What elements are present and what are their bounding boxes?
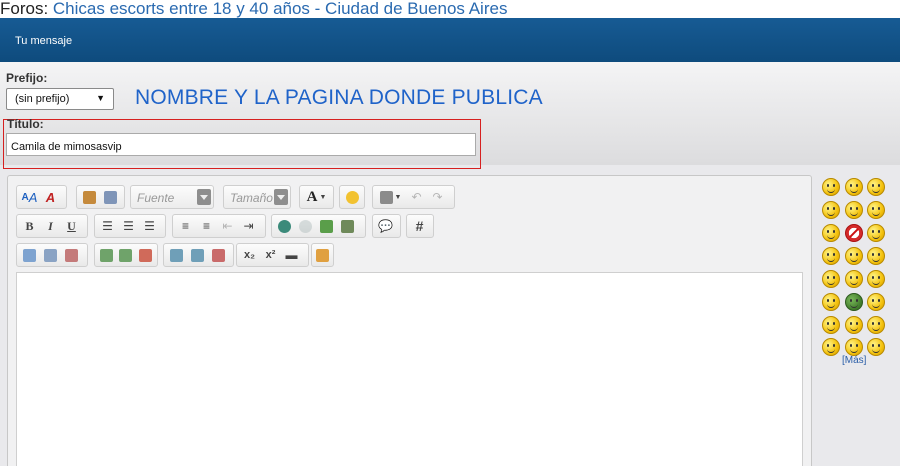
table-tools-group (16, 243, 88, 267)
video-icon[interactable] (337, 216, 358, 236)
hash-icon: # (415, 218, 424, 234)
chevron-down-icon (274, 189, 288, 205)
alignment-group: ☰ ☰ ☰ (94, 214, 166, 238)
chevron-down-icon: ▼ (96, 93, 105, 103)
indent-icon[interactable]: ⇥ (238, 216, 259, 236)
special-chars-button[interactable] (311, 243, 334, 267)
font-size-select[interactable]: Tamaño (223, 185, 291, 209)
font-color-button[interactable]: A ▼ (299, 185, 334, 209)
column-right-icon[interactable] (187, 245, 208, 265)
undo-icon[interactable]: ↶ (406, 187, 427, 207)
quote-button[interactable]: 💬 (372, 214, 401, 238)
font-size-placeholder: Tamaño (230, 191, 273, 205)
font-tools-group: AA A (16, 185, 67, 209)
redo-icon[interactable]: ↷ (427, 187, 448, 207)
align-left-icon[interactable]: ☰ (97, 216, 118, 236)
font-family-select[interactable]: Fuente (130, 185, 214, 209)
soldier-smiley-icon[interactable] (845, 293, 863, 311)
smiley-icon[interactable] (867, 247, 885, 265)
more-smilies-link[interactable]: [Más] (842, 355, 866, 366)
forum-header: Foros: Chicas escorts entre 18 y 40 años… (0, 0, 900, 18)
smiley-icon[interactable] (867, 178, 885, 196)
link-icon[interactable] (274, 216, 295, 236)
font-color-icon: A ▼ (306, 188, 327, 205)
smiley-button[interactable] (339, 185, 365, 209)
smiley-icon[interactable] (867, 270, 885, 288)
insert-tools-group: ▼ ↶ ↷ (372, 185, 455, 209)
superscript-button[interactable]: x² (260, 245, 281, 265)
smiley-icon[interactable] (822, 338, 840, 356)
column-tools-group (163, 243, 234, 267)
special-chars-icon (314, 245, 331, 265)
paste-word-icon[interactable] (100, 187, 121, 207)
table-props-icon[interactable] (40, 245, 61, 265)
row-below-icon[interactable] (116, 245, 135, 265)
bold-button[interactable]: B (19, 216, 40, 236)
smiley-icon[interactable] (822, 224, 840, 242)
smiley-icon[interactable] (845, 201, 863, 219)
thumb-icon[interactable] (845, 338, 863, 356)
paste-icon[interactable] (79, 187, 100, 207)
column-delete-icon[interactable] (208, 245, 229, 265)
smiley-icon[interactable] (845, 247, 863, 265)
prefix-label: Prefijo: (6, 71, 48, 85)
underline-button[interactable]: U (61, 216, 82, 236)
smiley-icon[interactable] (845, 270, 863, 288)
smiley-icon[interactable] (867, 338, 885, 356)
handshake-icon[interactable] (822, 316, 840, 334)
smiley-icon[interactable] (822, 201, 840, 219)
row-delete-icon[interactable] (136, 245, 155, 265)
font-family-placeholder: Fuente (137, 191, 175, 205)
smiley-icon[interactable] (822, 178, 840, 196)
script-tools-group: x₂ x² ▬ (236, 243, 309, 267)
attachment-icon[interactable]: ▼ (375, 187, 406, 207)
smiley-icon[interactable] (822, 247, 840, 265)
unlink-icon[interactable] (295, 216, 316, 236)
prefix-select-value: (sin prefijo) (15, 93, 70, 105)
horizontal-rule-icon[interactable]: ▬ (281, 245, 302, 265)
remove-format-icon[interactable]: AA (19, 187, 40, 207)
title-input[interactable] (6, 133, 476, 156)
smiley-icon[interactable] (822, 293, 840, 311)
paste-tools-group (76, 185, 125, 209)
prefix-select[interactable]: (sin prefijo) ▼ (6, 88, 114, 110)
smiley-icon[interactable] (867, 293, 885, 311)
speech-bubble-icon: 💬 (378, 219, 393, 233)
column-left-icon[interactable] (166, 245, 187, 265)
table-icon[interactable] (19, 245, 40, 265)
subscript-button[interactable]: x₂ (239, 245, 260, 265)
message-panel-header: Tu mensaje (0, 18, 900, 62)
list-indent-group: ≡ ≡ ⇤ ⇥ (172, 214, 266, 238)
smiley-icon (342, 187, 362, 207)
annotation-text: NOMBRE Y LA PAGINA DONDE PUBLICA (135, 86, 543, 109)
unordered-list-icon[interactable]: ≡ (196, 216, 217, 236)
row-above-icon[interactable] (97, 245, 116, 265)
smiley-icon[interactable] (867, 201, 885, 219)
align-right-icon[interactable]: ☰ (139, 216, 160, 236)
forum-name-link[interactable]: Chicas escorts entre 18 y 40 años - Ciud… (53, 0, 508, 18)
text-style-group: B I U (16, 214, 88, 238)
ordered-list-icon[interactable]: ≡ (175, 216, 196, 236)
message-editor[interactable] (16, 272, 803, 466)
smiley-icon[interactable] (845, 178, 863, 196)
smiley-icon[interactable] (867, 316, 885, 334)
forbidden-icon[interactable] (845, 224, 863, 242)
hash-button[interactable]: # (406, 214, 434, 238)
row-tools-group (94, 243, 158, 267)
smiley-icon[interactable] (845, 316, 863, 334)
link-media-group (271, 214, 366, 238)
smiley-icon[interactable] (822, 270, 840, 288)
title-label: Título: (7, 117, 44, 131)
message-panel-title: Tu mensaje (15, 35, 73, 47)
outdent-icon[interactable]: ⇤ (217, 216, 238, 236)
align-center-icon[interactable]: ☰ (118, 216, 139, 236)
table-delete-icon[interactable] (61, 245, 82, 265)
italic-button[interactable]: I (40, 216, 61, 236)
image-icon[interactable] (316, 216, 337, 236)
forum-prefix: Foros: (0, 0, 53, 18)
font-style-icon[interactable]: A (40, 187, 61, 207)
smiley-icon[interactable] (867, 224, 885, 242)
chevron-down-icon (197, 189, 211, 205)
